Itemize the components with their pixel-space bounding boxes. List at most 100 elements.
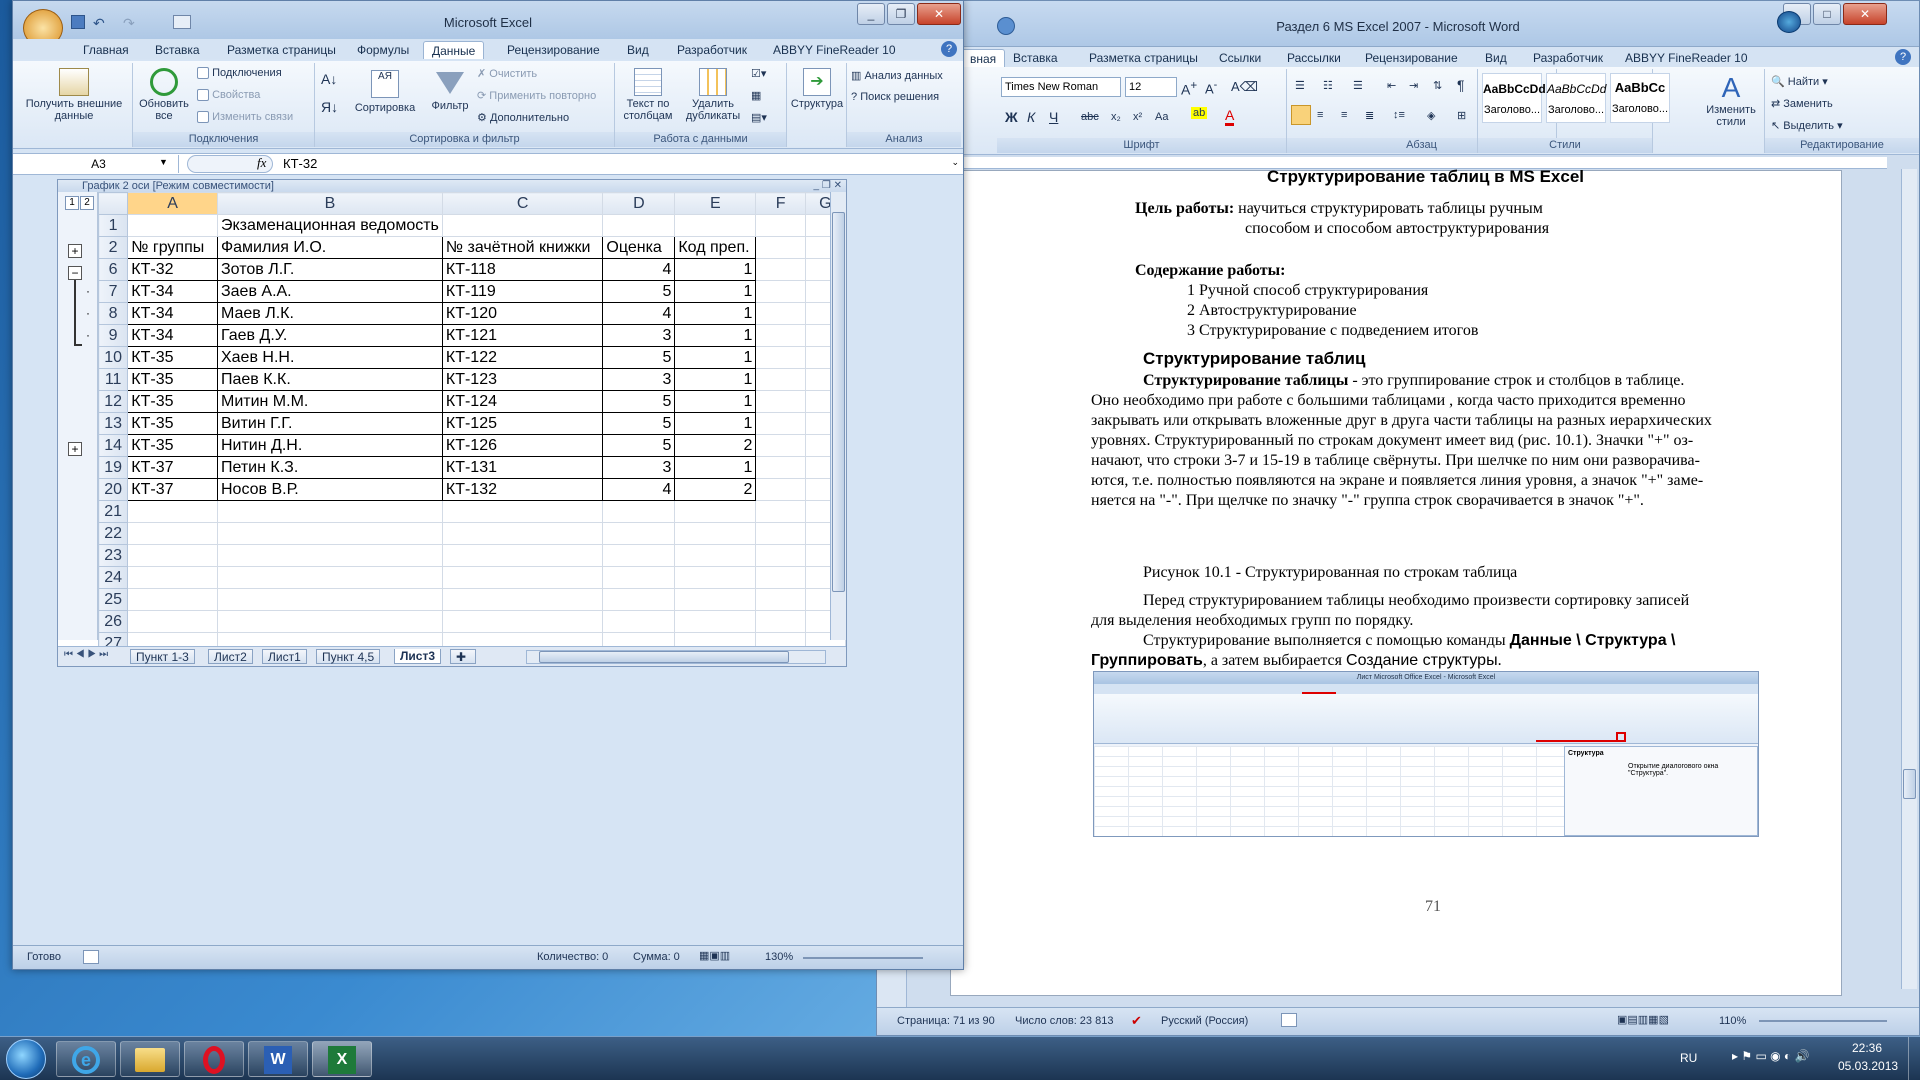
row-header[interactable]: 23 xyxy=(97,544,129,567)
reapply-button[interactable]: ⟳ Применить повторно xyxy=(477,89,596,102)
outline-button[interactable]: ➔ Структура xyxy=(789,65,845,131)
cell[interactable]: 4 xyxy=(602,478,676,501)
cell[interactable] xyxy=(755,610,806,633)
cell[interactable] xyxy=(441,566,604,589)
cell[interactable]: КТ-37 xyxy=(127,478,218,501)
cell[interactable]: КТ-131 xyxy=(441,456,604,479)
column-header-f[interactable]: F xyxy=(755,192,806,215)
solver-button[interactable]: ? Поиск решения xyxy=(851,91,939,103)
language-indicator[interactable]: RU xyxy=(1680,1051,1697,1065)
excel-tab-layout[interactable]: Разметка страницы xyxy=(219,41,344,59)
insert-sheet-icon[interactable]: ✚ xyxy=(450,649,476,664)
column-header-d[interactable]: D xyxy=(602,192,676,215)
cell[interactable]: Витин Г.Г. xyxy=(216,412,443,435)
macro-record-icon[interactable] xyxy=(1281,1013,1297,1027)
column-header-e[interactable]: E xyxy=(674,192,757,215)
cell[interactable] xyxy=(441,214,604,237)
style-heading-3[interactable]: AaBbCc Заголово... xyxy=(1610,73,1670,123)
outline-level-1-button[interactable]: 1 xyxy=(65,196,79,210)
column-header-c[interactable]: C xyxy=(441,192,604,215)
row-header[interactable]: 21 xyxy=(97,500,129,523)
cell[interactable]: КТ-125 xyxy=(441,412,604,435)
cell[interactable]: 2 xyxy=(674,478,757,501)
row-header[interactable]: 11 xyxy=(97,368,129,391)
excel-tab-developer[interactable]: Разработчик xyxy=(669,41,755,59)
row-header[interactable]: 7 xyxy=(97,280,129,303)
cell[interactable] xyxy=(674,500,757,523)
cell[interactable]: Митин М.М. xyxy=(216,390,443,413)
cell[interactable]: КТ-35 xyxy=(127,346,218,369)
cell[interactable]: КТ-34 xyxy=(127,302,218,325)
cell[interactable]: 4 xyxy=(602,258,676,281)
word-maximize-button[interactable]: □ xyxy=(1813,3,1841,25)
cell[interactable]: КТ-126 xyxy=(441,434,604,457)
cell[interactable]: 3 xyxy=(602,368,676,391)
get-external-data-button[interactable]: Получить внешние данные xyxy=(19,65,129,131)
excel-horizontal-scrollbar[interactable] xyxy=(526,650,826,664)
cell[interactable]: 1 xyxy=(674,258,757,281)
cell[interactable]: Фамилия И.О. xyxy=(216,236,443,259)
start-button[interactable] xyxy=(6,1039,46,1079)
cell[interactable] xyxy=(755,390,806,413)
row-header[interactable]: 9 xyxy=(97,324,129,347)
line-spacing-icon[interactable]: ↕≡ xyxy=(1393,109,1405,121)
row-header[interactable]: 14 xyxy=(97,434,129,457)
clear-filter-button[interactable]: ✗ Очистить xyxy=(477,67,537,80)
align-right-icon[interactable]: ≡ xyxy=(1341,109,1347,121)
excel-macro-record-icon[interactable] xyxy=(83,950,99,964)
cell[interactable]: 4 xyxy=(602,302,676,325)
cell[interactable]: 2 xyxy=(674,434,757,457)
taskbar-excel[interactable]: X xyxy=(312,1041,372,1077)
taskbar-word[interactable]: W xyxy=(248,1041,308,1077)
status-sum[interactable]: Сумма: 0 xyxy=(633,951,680,963)
insert-function-icon[interactable]: fx xyxy=(257,155,266,171)
excel-help-icon[interactable]: ? xyxy=(941,41,957,57)
word-scroll-thumb[interactable] xyxy=(1903,769,1916,799)
cell[interactable]: 1 xyxy=(674,412,757,435)
tray-time[interactable]: 22:36 xyxy=(1852,1041,1882,1055)
shading-icon[interactable]: ◈ xyxy=(1427,109,1435,122)
cell[interactable] xyxy=(602,588,676,611)
excel-tab-formulas[interactable]: Формулы xyxy=(349,41,417,59)
shrink-font-icon[interactable]: A- xyxy=(1205,79,1217,96)
cell[interactable] xyxy=(755,258,806,281)
cell[interactable] xyxy=(755,566,806,589)
cell[interactable]: КТ-132 xyxy=(441,478,604,501)
cell[interactable]: КТ-122 xyxy=(441,346,604,369)
grow-font-icon[interactable]: A+ xyxy=(1181,79,1197,98)
cell[interactable] xyxy=(441,544,604,567)
numbering-icon[interactable]: ☷ xyxy=(1323,79,1333,92)
font-size-select[interactable]: 12 xyxy=(1125,77,1177,97)
cell[interactable] xyxy=(674,588,757,611)
taskbar-opera[interactable] xyxy=(184,1041,244,1077)
pilcrow-icon[interactable]: ¶ xyxy=(1457,77,1465,93)
sheet-tab-punkt45[interactable]: Пункт 4,5 xyxy=(316,649,381,664)
row-header[interactable]: 19 xyxy=(97,456,129,479)
replace-button[interactable]: ⇄ Заменить xyxy=(1771,97,1833,110)
cell[interactable] xyxy=(755,236,806,259)
cell[interactable]: КТ-123 xyxy=(441,368,604,391)
cell[interactable]: КТ-35 xyxy=(127,390,218,413)
excel-tab-insert[interactable]: Вставка xyxy=(147,41,208,59)
text-to-columns-button[interactable]: Текст по столбцам xyxy=(617,65,679,131)
word-tab-mailings[interactable]: Рассылки xyxy=(1279,49,1349,67)
row-header[interactable]: 13 xyxy=(97,412,129,435)
change-case-icon[interactable]: Aa xyxy=(1155,111,1168,123)
subscript-icon[interactable]: x₂ xyxy=(1111,111,1121,123)
cell[interactable] xyxy=(755,214,806,237)
cell[interactable] xyxy=(127,500,218,523)
change-styles-button[interactable]: A Изменить стили xyxy=(1699,71,1763,133)
cell[interactable] xyxy=(216,588,443,611)
sort-icon[interactable]: ⇅ xyxy=(1433,79,1442,92)
select-button[interactable]: ↖ Выделить ▾ xyxy=(1771,119,1843,132)
cell[interactable] xyxy=(216,566,443,589)
status-language[interactable]: Русский (Россия) xyxy=(1161,1015,1248,1027)
cell[interactable] xyxy=(755,368,806,391)
excel-tab-view[interactable]: Вид xyxy=(619,41,657,59)
cell[interactable] xyxy=(755,434,806,457)
cell[interactable] xyxy=(602,610,676,633)
excel-view-buttons[interactable]: ▦▣▥ xyxy=(699,949,730,962)
cell[interactable] xyxy=(674,522,757,545)
word-help-icon[interactable]: ? xyxy=(1895,49,1911,65)
bullets-icon[interactable]: ☰ xyxy=(1295,79,1305,92)
